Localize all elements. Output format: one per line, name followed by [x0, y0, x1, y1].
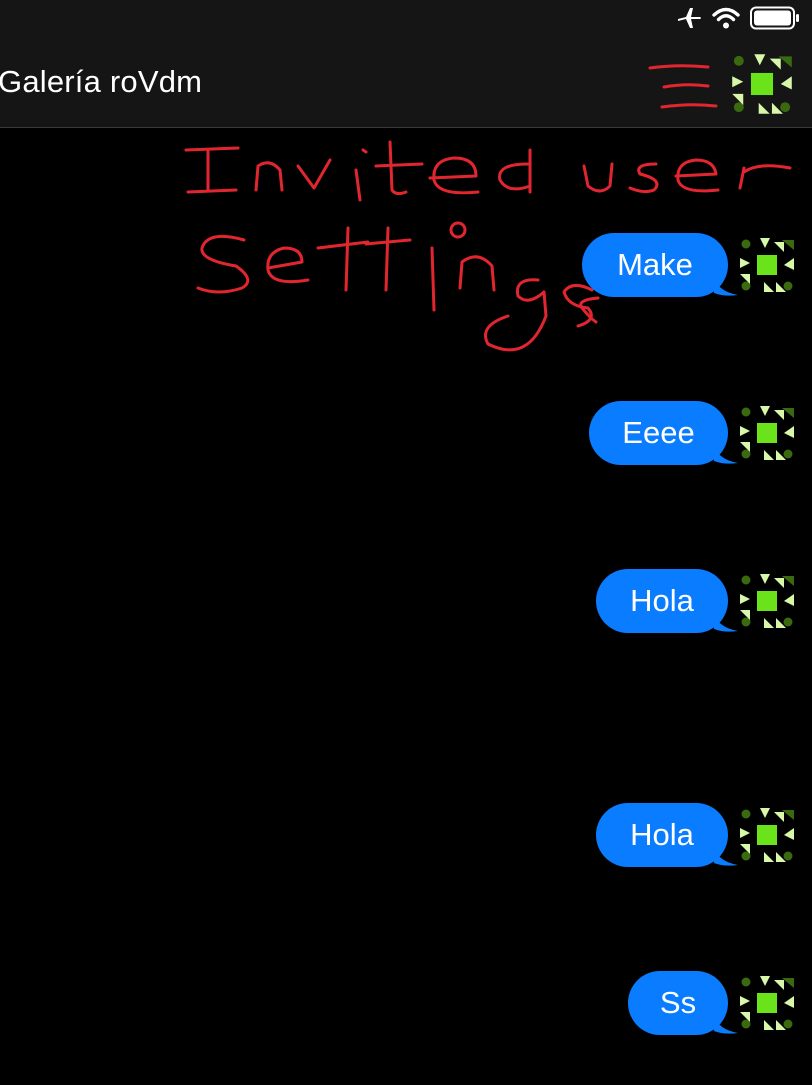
- identicon-avatar: [740, 406, 794, 460]
- identicon-avatar: [740, 238, 794, 292]
- wifi-icon: [712, 7, 740, 34]
- status-bar: [0, 0, 812, 40]
- identicon-avatar: [740, 574, 794, 628]
- message-bubble[interactable]: Eeee: [589, 401, 738, 465]
- message-text: Make: [617, 247, 693, 282]
- nav-bar: Galería roVdm: [0, 40, 812, 128]
- message-text: Hola: [630, 817, 694, 852]
- bubble-tail: [714, 275, 738, 296]
- menu-button[interactable]: [644, 58, 722, 118]
- bubble-tail: [714, 443, 738, 464]
- message-bubble[interactable]: Ss: [628, 971, 738, 1035]
- message-row: Hola: [596, 801, 796, 869]
- message-text: Ss: [659, 985, 697, 1020]
- identicon-avatar: [740, 808, 794, 862]
- user-avatar[interactable]: [728, 52, 796, 116]
- message-text: Hola: [630, 583, 694, 618]
- bubble-tail: [714, 1013, 738, 1034]
- message-bubble[interactable]: Hola: [596, 569, 738, 633]
- message-bubble[interactable]: Hola: [596, 803, 738, 867]
- page-title: Galería roVdm: [0, 64, 203, 99]
- status-icons: [676, 6, 800, 34]
- bubble-tail: [714, 611, 738, 632]
- hamburger-menu-icon: [648, 64, 718, 109]
- message-row: Hola: [596, 567, 796, 635]
- message-row: Ss: [628, 969, 796, 1037]
- message-bubble[interactable]: Make: [582, 233, 738, 297]
- battery-icon: [750, 6, 800, 35]
- message-row: Make: [582, 231, 796, 299]
- message-row: Eeee: [589, 399, 796, 467]
- identicon-avatar: [740, 976, 794, 1030]
- identicon-avatar: [732, 54, 792, 114]
- airplane-icon: [676, 6, 702, 35]
- message-text: Eeee: [622, 415, 695, 450]
- bubble-tail: [714, 845, 738, 866]
